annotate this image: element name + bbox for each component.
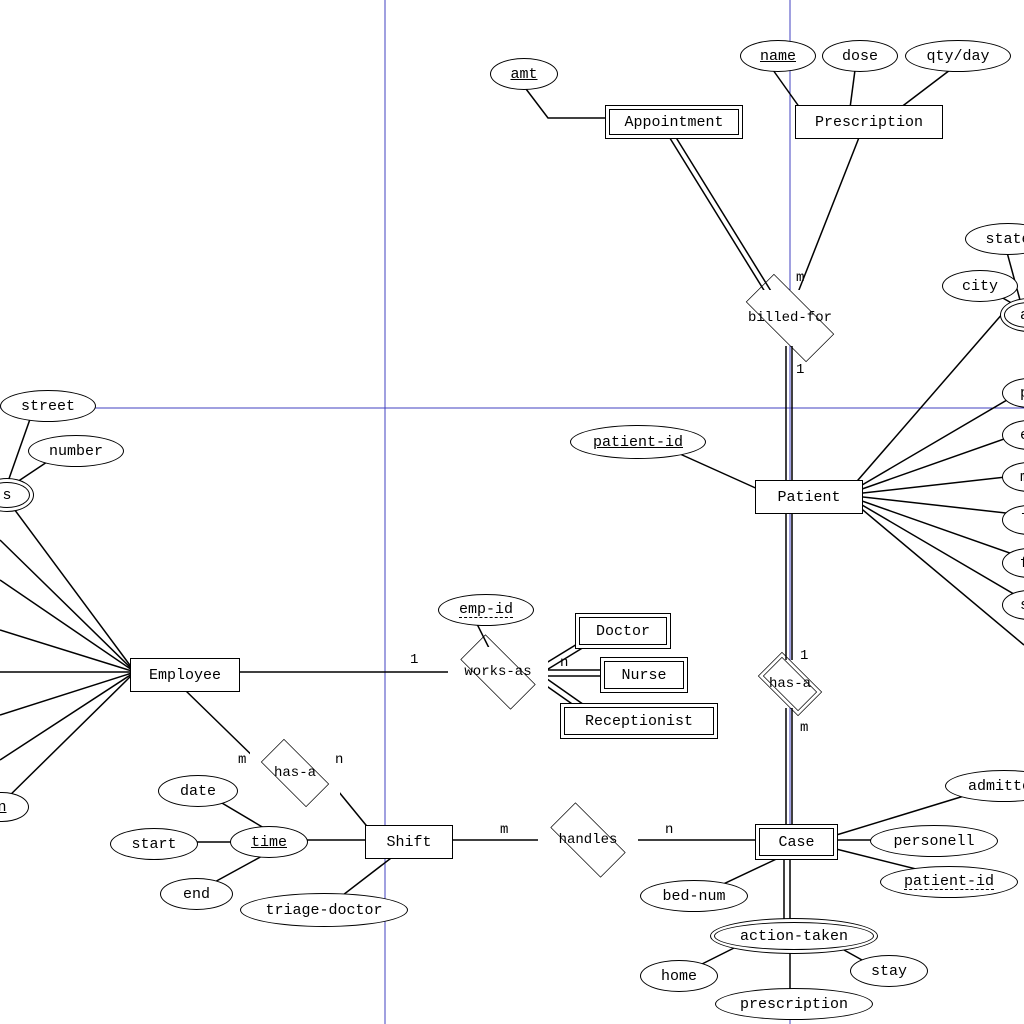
card-handles-m: m <box>500 822 508 838</box>
attr-dose: dose <box>822 40 898 72</box>
card-handles-n: n <box>665 822 673 838</box>
attr-case-patient-id: patient-id <box>880 866 1018 898</box>
attr-prescription: prescription <box>715 988 873 1020</box>
card-works-1: 1 <box>410 652 418 668</box>
entity-case: Case <box>755 824 838 860</box>
er-connectors <box>0 0 1024 1024</box>
card-works-n: n <box>560 655 568 671</box>
attr-action-taken: action-taken <box>710 918 878 954</box>
attr-bed-num: bed-num <box>640 880 748 912</box>
attr-number: number <box>28 435 124 467</box>
entity-nurse: Nurse <box>600 657 688 693</box>
attr-triage-doctor: triage-doctor <box>240 893 408 927</box>
entity-shift: Shift <box>365 825 453 859</box>
attr-date: date <box>158 775 238 807</box>
card-hasa-n: n <box>335 752 343 768</box>
entity-appointment: Appointment <box>605 105 743 139</box>
card-hasa-m: m <box>238 752 246 768</box>
attr-personell: personell <box>870 825 998 857</box>
entity-patient: Patient <box>755 480 863 514</box>
entity-employee: Employee <box>130 658 240 692</box>
attr-city: city <box>942 270 1018 302</box>
attr-emp-id: emp-id <box>438 594 534 626</box>
attr-street: street <box>0 390 96 422</box>
attr-time: time <box>230 826 308 858</box>
attr-stay: stay <box>850 955 928 987</box>
card-pat-1: 1 <box>800 648 808 664</box>
attr-start: start <box>110 828 198 860</box>
card-billed-1: 1 <box>796 362 804 378</box>
attr-home: home <box>640 960 718 992</box>
rel-billed-for: billed-for <box>730 290 850 346</box>
attr-amt: amt <box>490 58 558 90</box>
entity-doctor: Doctor <box>575 613 671 649</box>
rel-handles: handles <box>538 815 638 865</box>
card-pat-m: m <box>800 720 808 736</box>
attr-patient-id: patient-id <box>570 425 706 459</box>
entity-prescription: Prescription <box>795 105 943 139</box>
rel-has-a-emp: has-a <box>250 750 340 796</box>
attr-qty-day: qty/day <box>905 40 1011 72</box>
rel-works-as: works-as <box>448 647 548 697</box>
attr-end: end <box>160 878 233 910</box>
attr-name: name <box>740 40 816 72</box>
entity-receptionist: Receptionist <box>560 703 718 739</box>
rel-has-a-patient: has-a <box>750 660 830 708</box>
card-billed-m: m <box>796 270 804 286</box>
